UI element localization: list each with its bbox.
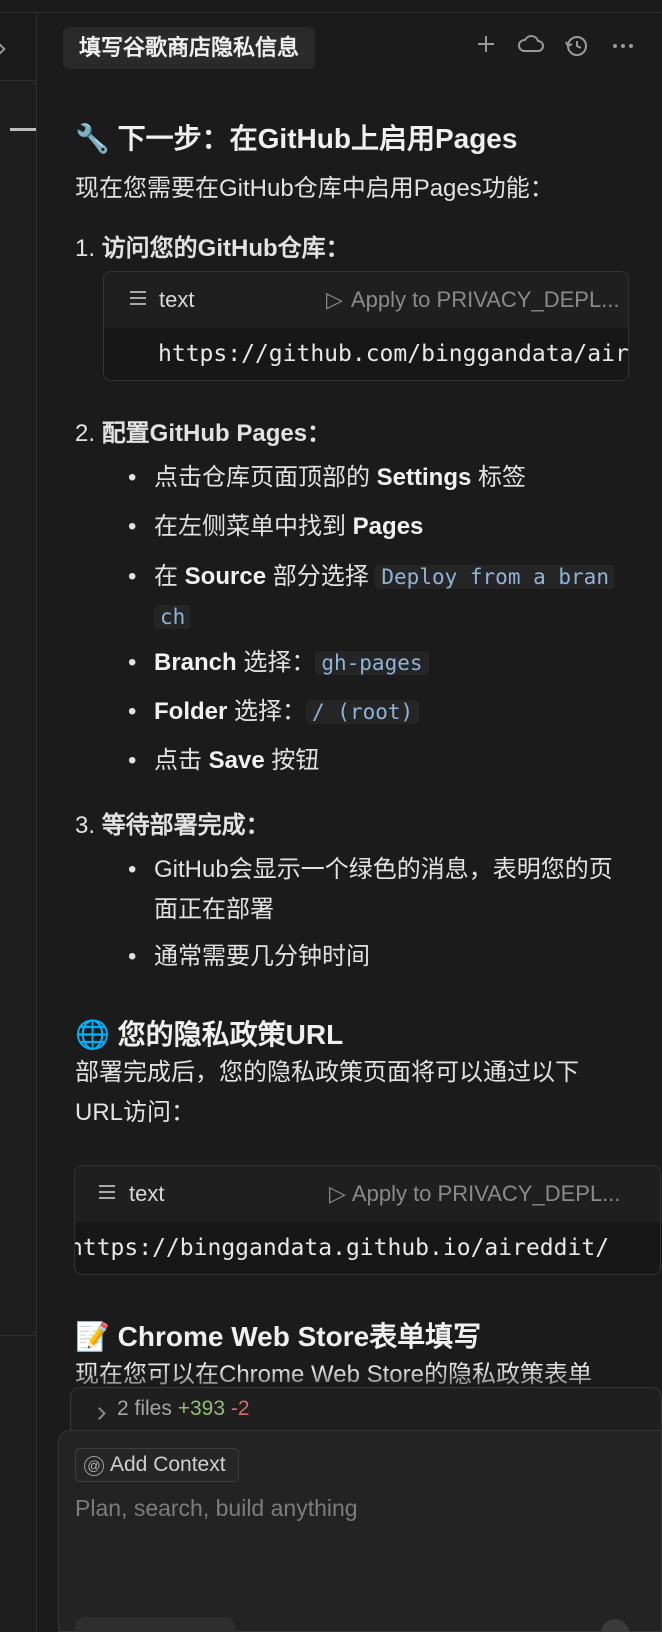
inline-code: gh-pages	[315, 651, 429, 675]
left-editor-pane	[0, 13, 37, 1632]
send-button[interactable]	[601, 1619, 629, 1632]
cloud-icon[interactable]	[516, 33, 546, 63]
window-top-edge	[0, 0, 662, 13]
more-icon[interactable]	[608, 33, 638, 63]
code-language: text	[159, 287, 195, 312]
list-item: 点击 Save 按钮	[128, 741, 662, 781]
code-text: https://github.com/binggandata/aireddit	[104, 328, 628, 380]
chevron-right-icon	[93, 1407, 106, 1420]
chat-header: 填写谷歌商店隐私信息	[38, 13, 662, 83]
deletions-count: -2	[230, 1397, 250, 1420]
inline-code: ch	[154, 605, 192, 629]
section-title-chrome-store: 📝 Chrome Web Store表单填写	[75, 1321, 482, 1352]
step-label: 等待部署完成：	[101, 812, 270, 839]
code-block-repo-url: text ▷ Apply to PRIVACY_DEPL... https://g…	[103, 271, 629, 381]
code-text: https://binggandata.github.io/aireddit/	[75, 1222, 660, 1274]
plus-icon[interactable]	[471, 33, 501, 63]
list-item: 点击仓库页面顶部的 Settings 标签	[128, 458, 662, 498]
step-3: 3. 等待部署完成：	[75, 805, 270, 840]
step-number: 2.	[75, 420, 96, 447]
lines-icon	[130, 291, 146, 307]
list-item: 在 Source 部分选择 Deploy from a branch	[128, 557, 662, 637]
section-title-next-step: 🔧 下一步：在GitHub上启用Pages	[75, 123, 518, 154]
step-number: 3.	[75, 812, 96, 839]
step-number: 1.	[75, 235, 96, 262]
code-block-privacy-url: text ▷ Apply to PRIVACY_DEPL... https://b…	[74, 1165, 661, 1275]
code-block-header: text ▷ Apply to PRIVACY_DEPL...	[104, 272, 628, 328]
inline-code: Deploy from a bran	[375, 565, 615, 589]
code-language: text	[129, 1181, 165, 1206]
history-icon[interactable]	[562, 33, 592, 63]
code-block-header: text ▷ Apply to PRIVACY_DEPL...	[75, 1166, 660, 1222]
step-2: 2. 配置GitHub Pages：	[75, 413, 331, 448]
inline-code: / (root)	[306, 700, 420, 724]
list-item: GitHub会显示一个绿色的消息，表明您的页面正在部署	[128, 850, 662, 930]
step-label: 访问您的GitHub仓库：	[101, 235, 350, 262]
list-item: 在左侧菜单中找到 Pages	[128, 507, 662, 547]
chat-message-content: 🔧 下一步：在GitHub上启用Pages 现在您需要在GitHub仓库中启用P…	[38, 83, 662, 1441]
step-label: 配置GitHub Pages：	[101, 420, 332, 447]
active-tab-indicator	[10, 128, 36, 131]
left-pane-tab-bar	[0, 13, 36, 81]
files-count: 2 files	[117, 1397, 172, 1420]
left-pane-divider	[0, 1335, 36, 1336]
chat-title[interactable]: 填写谷歌商店隐私信息	[63, 27, 316, 69]
list-item: Folder 选择：/ (root)	[128, 692, 662, 732]
add-context-button[interactable]: @ Add Context	[75, 1448, 239, 1482]
chevron-right-icon[interactable]	[0, 43, 6, 55]
list-item: 通常需要几分钟时间	[128, 937, 662, 977]
lines-icon	[99, 1185, 115, 1201]
apply-button[interactable]: ▷ Apply to PRIVACY_DEPL...	[329, 1166, 621, 1222]
privacy-url-paragraph: 部署完成后，您的隐私政策页面将可以通过以下 URL访问：	[75, 1059, 579, 1126]
section-title-privacy-url: 🌐 您的隐私政策URL	[75, 1019, 344, 1050]
at-icon: @	[84, 1456, 104, 1476]
step-1: 1. 访问您的GitHub仓库：	[75, 228, 350, 263]
list-item: Branch 选择：gh-pages	[128, 643, 662, 683]
mode-selector[interactable]	[75, 1617, 235, 1632]
chat-composer: @ Add Context Plan, search, build anythin…	[58, 1430, 662, 1632]
apply-button[interactable]: ▷ Apply to PRIVACY_DEPL...	[326, 272, 628, 328]
additions-count: +393	[177, 1397, 226, 1420]
intro-paragraph: 现在您需要在GitHub仓库中启用Pages功能：	[75, 175, 554, 202]
prompt-input[interactable]: Plan, search, build anything	[75, 1495, 358, 1522]
